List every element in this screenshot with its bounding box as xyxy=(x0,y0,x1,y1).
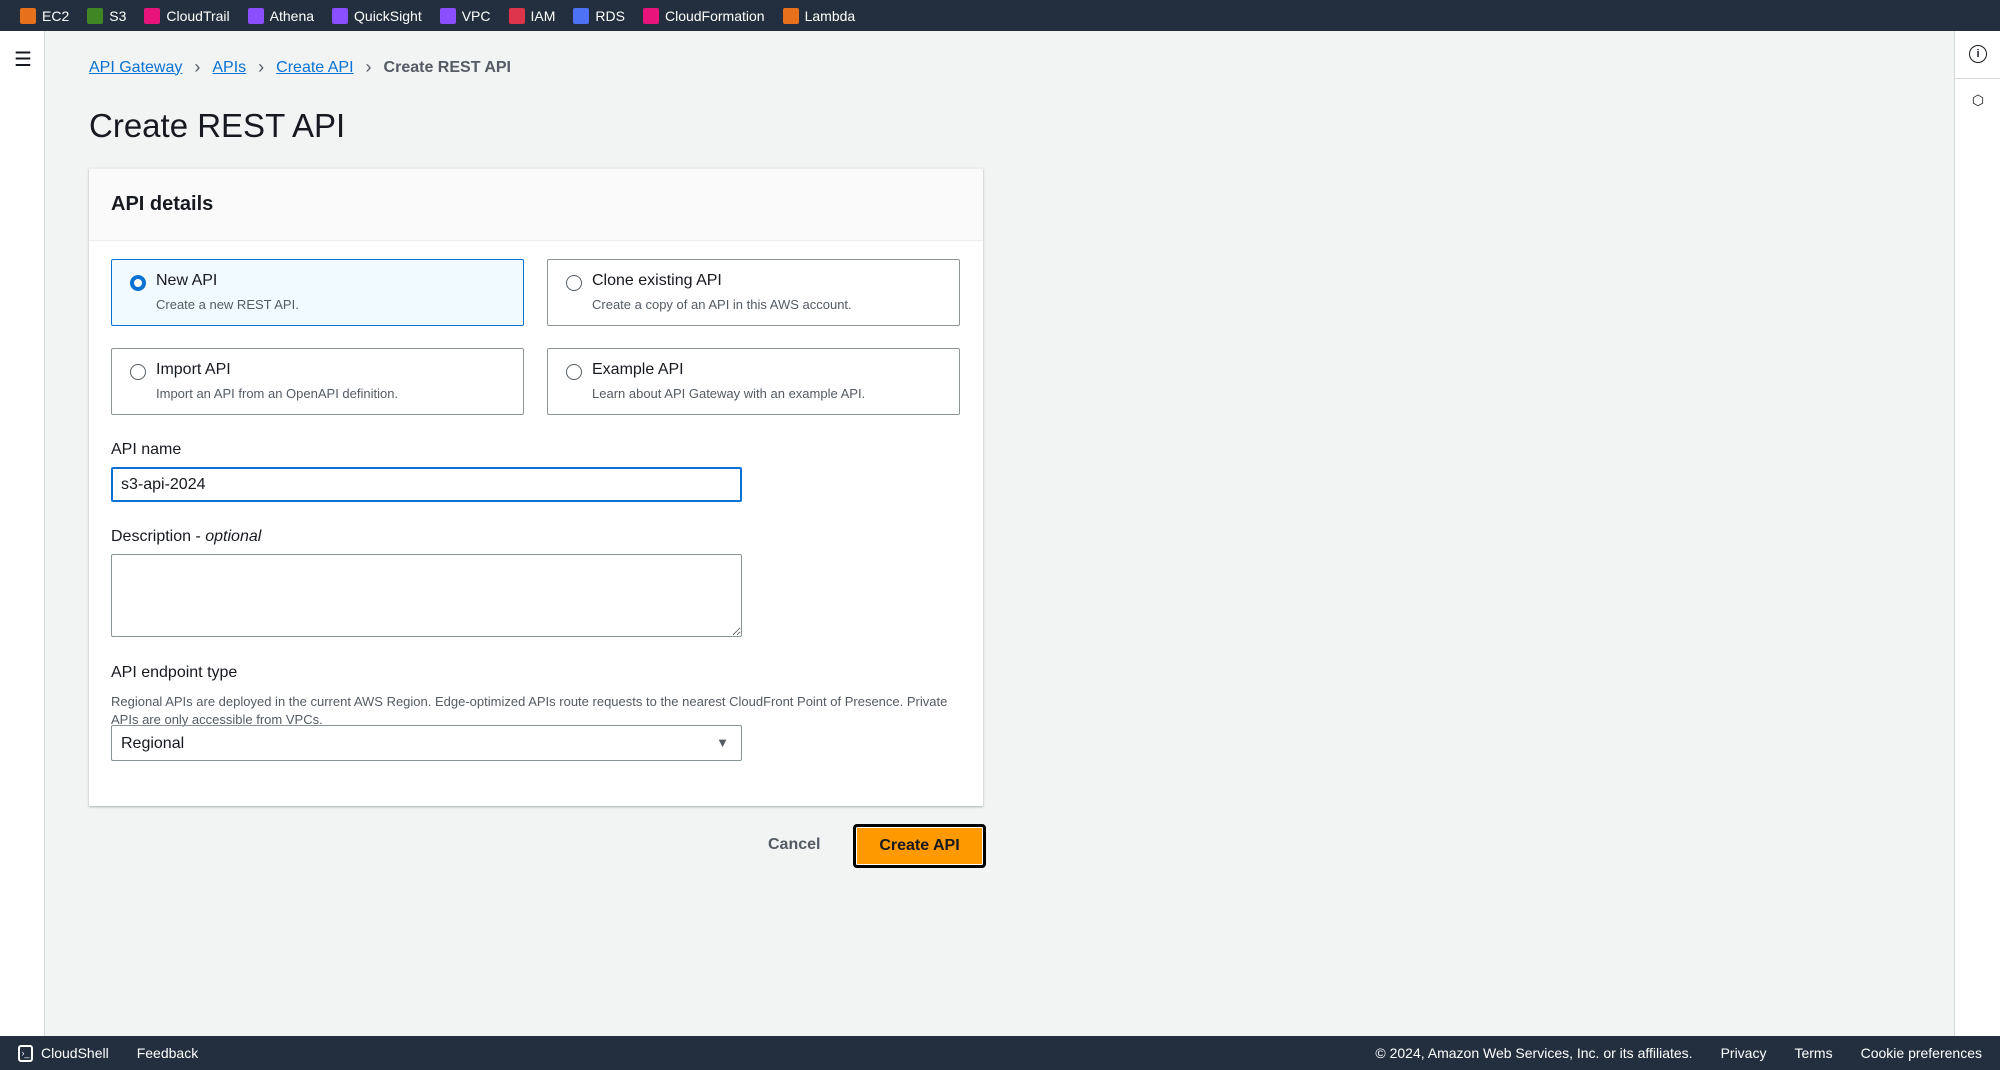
info-icon[interactable]: i xyxy=(1969,45,1987,63)
service-label: CloudTrail xyxy=(166,7,230,24)
side-navigation: ☰ xyxy=(0,31,45,1036)
option-new-api[interactable]: New API Create a new REST API. xyxy=(111,259,524,326)
radio-button[interactable] xyxy=(566,275,582,291)
service-label: S3 xyxy=(109,7,127,24)
radio-button[interactable] xyxy=(566,364,582,380)
cancel-button[interactable]: Cancel xyxy=(768,836,820,854)
create-api-button[interactable]: Create API xyxy=(853,824,986,868)
service-shortcut-rds[interactable]: RDS xyxy=(573,7,625,24)
service-shortcut-quicksight[interactable]: QuickSight xyxy=(332,7,422,24)
service-shortcut-iam[interactable]: IAM xyxy=(508,7,556,24)
service-label: Lambda xyxy=(804,7,856,24)
option-title: Import API xyxy=(156,361,231,378)
service-label: QuickSight xyxy=(354,7,422,24)
breadcrumb-current: Create REST API xyxy=(383,58,511,76)
option-clone-existing-api[interactable]: Clone existing API Create a copy of an A… xyxy=(547,259,960,326)
privacy-link[interactable]: Privacy xyxy=(1721,1045,1767,1061)
breadcrumb-api-gateway[interactable]: API Gateway xyxy=(89,59,182,77)
endpoint-type-label: API endpoint type xyxy=(111,664,238,681)
option-description: Create a new REST API. xyxy=(156,297,299,312)
option-title: New API xyxy=(156,272,218,289)
service-shortcut-vpc[interactable]: VPC xyxy=(439,7,491,24)
endpoint-type-select[interactable]: Regional ▼ xyxy=(111,725,742,761)
breadcrumb: API Gateway › APIs › Create API › Create… xyxy=(89,57,511,78)
rds-icon xyxy=(573,7,590,24)
option-description: Learn about API Gateway with an example … xyxy=(592,386,866,401)
api-name-label: API name xyxy=(111,441,182,458)
option-import-api[interactable]: Import API Import an API from an OpenAPI… xyxy=(111,348,524,415)
option-title: Clone existing API xyxy=(592,272,722,289)
radio-button[interactable] xyxy=(130,275,146,291)
quicksight-icon xyxy=(332,7,349,24)
service-label: RDS xyxy=(595,7,625,24)
breadcrumb-apis[interactable]: APIs xyxy=(212,59,246,77)
lambda-icon xyxy=(782,7,799,24)
service-label: Athena xyxy=(269,7,315,24)
iam-icon xyxy=(508,7,525,24)
ec2-icon xyxy=(20,7,36,24)
separator: - xyxy=(191,528,206,545)
terms-link[interactable]: Terms xyxy=(1794,1045,1832,1061)
footer: ›_ CloudShell Feedback © 2024, Amazon We… xyxy=(0,1036,2000,1070)
container-header: API details xyxy=(89,169,983,241)
api-name-input[interactable] xyxy=(111,467,742,502)
vpc-icon xyxy=(439,7,456,24)
chevron-right-icon: › xyxy=(365,57,372,77)
service-shortcut-cloudtrail[interactable]: CloudTrail xyxy=(144,7,230,24)
cloudformation-icon xyxy=(642,7,659,24)
service-label: VPC xyxy=(461,7,491,24)
description-label: Description - optional xyxy=(111,528,261,546)
selected-value: Regional xyxy=(121,735,185,752)
endpoint-type-help: Regional APIs are deployed in the curren… xyxy=(111,694,948,727)
tools-panel: i ⬡ xyxy=(1954,31,2000,1036)
service-shortcut-cloudformation[interactable]: CloudFormation xyxy=(642,7,765,24)
services-bar: EC2 S3 CloudTrail Athena QuickSight VPC IAM RDS… xyxy=(0,0,2000,31)
cloudshell-link[interactable]: CloudShell xyxy=(41,1045,109,1061)
athena-icon xyxy=(247,7,264,24)
feedback-link[interactable]: Feedback xyxy=(137,1045,198,1061)
page-title: Create REST API xyxy=(89,107,346,144)
service-shortcut-athena[interactable]: Athena xyxy=(247,7,315,24)
divider xyxy=(1955,78,2000,79)
option-description: Create a copy of an API in this AWS acco… xyxy=(592,297,852,312)
hexagon-icon[interactable]: ⬡ xyxy=(1969,91,1987,109)
radio-button[interactable] xyxy=(130,364,146,380)
breadcrumb-create-api[interactable]: Create API xyxy=(276,59,353,77)
description-textarea[interactable] xyxy=(111,554,742,637)
option-description: Import an API from an OpenAPI definition… xyxy=(156,386,399,401)
cloudtrail-icon xyxy=(144,7,161,24)
cloudshell-icon[interactable]: ›_ xyxy=(18,1044,33,1062)
service-shortcut-s3[interactable]: S3 xyxy=(87,7,127,24)
s3-icon xyxy=(87,7,104,24)
service-label: CloudFormation xyxy=(664,7,765,24)
option-title: Example API xyxy=(592,361,684,378)
optional-hint: optional xyxy=(205,528,262,545)
chevron-right-icon: › xyxy=(258,57,265,77)
service-label: EC2 xyxy=(42,7,70,24)
service-label: IAM xyxy=(530,7,556,24)
cookie-preferences-link[interactable]: Cookie preferences xyxy=(1861,1045,1982,1061)
api-details-container: API details New API Create a new REST AP… xyxy=(89,168,983,806)
service-shortcut-ec2[interactable]: EC2 xyxy=(20,7,70,24)
hamburger-menu-icon[interactable]: ☰ xyxy=(14,47,32,72)
copyright: © 2024, Amazon Web Services, Inc. or its… xyxy=(1375,1045,1693,1061)
service-shortcut-lambda[interactable]: Lambda xyxy=(782,7,856,24)
chevron-right-icon: › xyxy=(194,57,201,77)
caret-down-icon: ▼ xyxy=(716,735,729,750)
description-label-text: Description xyxy=(111,528,192,545)
option-example-api[interactable]: Example API Learn about API Gateway with… xyxy=(547,348,960,415)
